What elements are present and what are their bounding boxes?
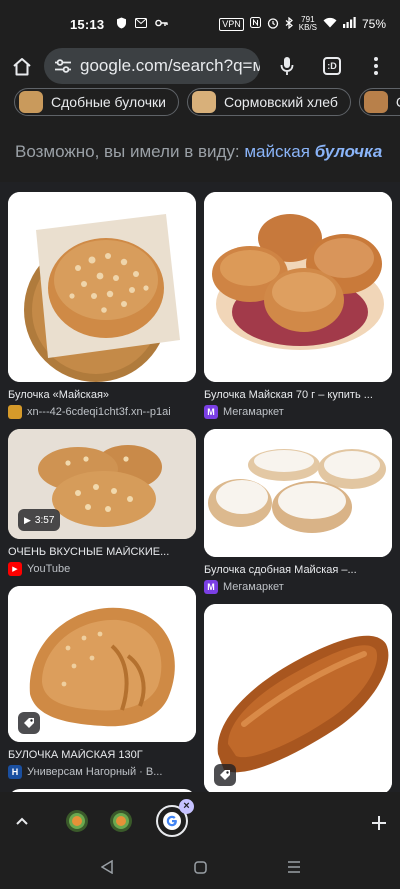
result-caption: ОЧЕНЬ ВКУСНЫЕ МАЙСКИЕ...: [8, 546, 170, 558]
url-field[interactable]: google.com/search?q=ма: [44, 48, 260, 84]
result-caption: Булочка Майская 70 г – купить ...: [204, 389, 373, 401]
result-image[interactable]: [8, 586, 196, 742]
youtube-icon: ▶: [8, 562, 22, 576]
result-caption: Булочка «Майская»: [8, 389, 110, 401]
image-result-card[interactable]: БУЛОЧКА МАЙСКАЯ 130Г H Универсам Нагорны…: [8, 586, 196, 779]
site-favicon-icon: M: [204, 580, 218, 594]
related-search-chip[interactable]: Сд: [358, 88, 400, 116]
result-source[interactable]: H Универсам Нагорный · В...: [8, 765, 196, 779]
did-you-mean: Возможно, вы имели в виду: майская булоч…: [0, 122, 400, 182]
did-you-mean-link[interactable]: майская булочка: [244, 142, 382, 161]
play-icon: ▶: [24, 514, 31, 525]
net-speed-unit: KB/S: [298, 23, 317, 32]
battery-level: 75%: [361, 17, 386, 31]
voice-search-button[interactable]: [264, 56, 310, 76]
more-vertical-icon: [374, 57, 378, 75]
home-icon: [13, 57, 31, 75]
result-image[interactable]: [204, 604, 392, 792]
site-settings-icon[interactable]: [54, 59, 72, 73]
chip-thumbnail: [19, 91, 43, 113]
site-favicon-icon: [69, 813, 85, 829]
tab-switcher-button[interactable]: :D: [310, 57, 354, 75]
overflow-menu-button[interactable]: [354, 57, 398, 75]
home-square-icon: [193, 860, 207, 874]
image-results-grid: Булочка «Майская» xn---42-6cdeqi1cht3f.x…: [0, 182, 400, 792]
result-image[interactable]: [8, 192, 196, 382]
chip-thumbnail: [363, 91, 388, 113]
back-button[interactable]: [100, 859, 113, 879]
bluetooth-icon: [285, 16, 293, 32]
result-source[interactable]: xn---42-6cdeqi1cht3f.xn--p1ai: [8, 405, 196, 419]
result-caption: Булочка сдобная Майская –...: [204, 564, 357, 576]
microphone-icon: [280, 57, 294, 75]
site-favicon-icon: M: [204, 405, 218, 419]
mail-icon: [135, 17, 148, 31]
plus-icon: [372, 815, 386, 830]
chip-label: Сормовский хлеб: [224, 94, 338, 110]
system-navigation-bar: [0, 850, 400, 889]
status-bar: 15:13 VPN 791 KB/S 75%: [0, 0, 400, 48]
wifi-icon: [323, 17, 337, 31]
result-caption: БУЛОЧКА МАЙСКАЯ 130Г: [8, 749, 143, 761]
alarm-icon: [267, 17, 279, 32]
result-source[interactable]: ▶ YouTube: [8, 562, 196, 576]
related-searches-chips: Сдобные булочки Сормовский хлеб Сд: [0, 84, 400, 122]
chevron-up-icon: [16, 817, 28, 825]
vpn-indicator: VPN: [219, 17, 244, 31]
signal-icon: [342, 17, 356, 31]
tab-favicon[interactable]: [110, 810, 132, 832]
did-you-mean-prefix: Возможно, вы имели в виду:: [15, 142, 240, 161]
active-tab-google[interactable]: ×: [156, 799, 194, 837]
home-button[interactable]: [0, 48, 44, 84]
site-favicon-icon: H: [8, 765, 22, 779]
tab-strip: ×: [0, 792, 400, 850]
related-search-chip[interactable]: Сормовский хлеб: [187, 88, 351, 116]
related-search-chip[interactable]: Сдобные булочки: [14, 88, 180, 116]
new-tab-button[interactable]: [372, 806, 386, 837]
result-image[interactable]: [204, 192, 392, 382]
tab-favicon[interactable]: [66, 810, 88, 832]
google-g-icon: [163, 812, 181, 830]
recents-lines-icon: [287, 861, 300, 873]
shopping-tag-icon: [18, 712, 40, 734]
image-result-card[interactable]: Булочка сдобная Майская –... M Мегамарке…: [204, 429, 392, 594]
key-icon: [155, 18, 168, 30]
chip-label: Сд: [396, 94, 400, 110]
url-text: google.com/search?q=ма: [80, 56, 260, 75]
image-result-card[interactable]: [204, 604, 392, 792]
result-source[interactable]: M Мегамаркет: [204, 580, 392, 594]
browser-toolbar: google.com/search?q=ма :D: [0, 48, 400, 84]
site-favicon-icon: [113, 813, 129, 829]
shopping-tag-icon: [214, 764, 236, 786]
result-image[interactable]: [204, 429, 392, 557]
status-time: 15:13: [70, 16, 105, 32]
image-result-card[interactable]: Булочка «Майская» xn---42-6cdeqi1cht3f.x…: [8, 192, 196, 419]
home-nav-button[interactable]: [193, 860, 207, 879]
chip-thumbnail: [192, 91, 217, 113]
tab-count: :D: [323, 57, 341, 75]
recents-button[interactable]: [287, 860, 300, 879]
expand-tabs-button[interactable]: [0, 817, 44, 825]
result-image[interactable]: ▶ 3:57: [8, 429, 196, 539]
video-result-card[interactable]: ▶ 3:57 ОЧЕНЬ ВКУСНЫЕ МАЙСКИЕ... ▶ YouTub…: [8, 429, 196, 576]
back-triangle-icon: [100, 859, 113, 875]
shield-check-icon: [116, 17, 127, 32]
video-duration-badge: ▶ 3:57: [18, 509, 61, 531]
site-favicon-icon: [8, 405, 22, 419]
nfc-icon: [249, 17, 261, 31]
close-tab-icon[interactable]: ×: [179, 799, 194, 814]
result-source[interactable]: M Мегамаркет: [204, 405, 392, 419]
chip-label: Сдобные булочки: [51, 94, 167, 110]
image-result-card[interactable]: Булочка Майская 70 г – купить ... M Мега…: [204, 192, 392, 419]
